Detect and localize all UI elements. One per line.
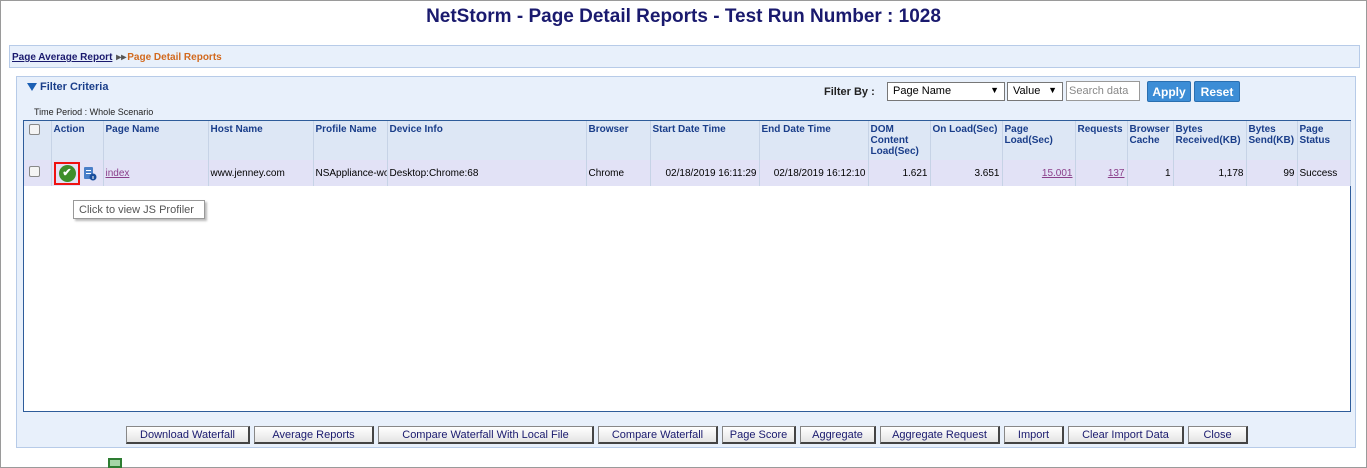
col-action: Action [51,121,104,160]
col-profile-name[interactable]: Profile Name [313,121,388,160]
breadcrumb-page-average-report[interactable]: Page Average Report [12,52,112,63]
filter-by-label: Filter By : [824,86,875,98]
col-device-info[interactable]: Device Info [387,121,587,160]
filter-field-value: Page Name [893,85,952,97]
page-score-button[interactable]: Page Score [722,426,796,444]
excel-export-icon[interactable] [108,458,122,468]
filter-panel: Filter Criteria Filter By : Page Name ▼ … [16,76,1356,448]
action-cell: ✔ [51,160,104,186]
page-status-cell: Success [1297,160,1351,186]
col-page-name[interactable]: Page Name [103,121,209,160]
dropdown-arrow-icon: ▼ [990,85,999,95]
bytes-send-cell: 99 [1246,160,1298,186]
host-name-cell: www.jenney.com [208,160,314,186]
filter-criteria-toggle[interactable]: Filter Criteria [27,81,108,93]
requests-link[interactable]: 137 [1108,168,1125,179]
page-detail-table: Action Page Name Host Name Profile Name … [23,120,1351,412]
aggregate-button[interactable]: Aggregate [800,426,876,444]
filter-value-value: Value [1013,85,1041,97]
search-input[interactable]: Search data [1066,81,1140,101]
col-host-name[interactable]: Host Name [208,121,314,160]
table-header-row: Action Page Name Host Name Profile Name … [24,121,1351,160]
browser-cache-cell: 1 [1127,160,1174,186]
col-on-load[interactable]: On Load(Sec) [930,121,1003,160]
start-date-time-cell: 02/18/2019 16:11:29 [650,160,760,186]
close-button[interactable]: Close [1188,426,1248,444]
on-load-cell: 3.651 [930,160,1003,186]
average-reports-button[interactable]: Average Reports [254,426,374,444]
device-info-cell: Desktop:Chrome:68 [387,160,587,186]
requests-cell: 137 [1075,160,1128,186]
table-row: ✔ index www.jenney.com NSAppliance-wo De… [24,160,1351,186]
profile-name-cell: NSAppliance-wo [313,160,388,186]
compare-waterfall-local-button[interactable]: Compare Waterfall With Local File [378,426,594,444]
browser-cell: Chrome [586,160,651,186]
aggregate-request-button[interactable]: Aggregate Request [880,426,1000,444]
js-profiler-button[interactable]: ✔ [53,162,80,185]
apply-button[interactable]: Apply [1147,81,1191,102]
time-period-label: Time Period : Whole Scenario [34,107,154,117]
filter-value-select[interactable]: Value ▼ [1007,82,1063,101]
col-bytes-send[interactable]: Bytes Send(KB) [1246,121,1298,160]
clear-import-data-button[interactable]: Clear Import Data [1068,426,1184,444]
col-browser-cache[interactable]: Browser Cache [1127,121,1174,160]
col-browser[interactable]: Browser [586,121,651,160]
col-start-date-time[interactable]: Start Date Time [650,121,760,160]
breadcrumb-separator: ▸▸ [116,52,127,63]
col-page-status[interactable]: Page Status [1297,121,1351,160]
row-checkbox[interactable] [29,166,40,177]
filter-field-select[interactable]: Page Name ▼ [887,82,1005,101]
end-date-time-cell: 02/18/2019 16:12:10 [759,160,869,186]
page-title: NetStorm - Page Detail Reports - Test Ru… [426,6,941,27]
col-requests[interactable]: Requests [1075,121,1128,160]
col-bytes-received[interactable]: Bytes Received(KB) [1173,121,1247,160]
row-select-cell [24,160,52,186]
page-name-cell: index [103,160,209,186]
dropdown-arrow-icon: ▼ [1048,85,1057,95]
page-load-cell: 15.001 [1002,160,1076,186]
action-icons: ✔ [53,162,103,185]
breadcrumb-current: Page Detail Reports [127,52,222,63]
compare-waterfall-button[interactable]: Compare Waterfall [598,426,718,444]
breadcrumb: Page Average Report ▸▸Page Detail Report… [9,45,1360,68]
col-dom-content-load[interactable]: DOM Content Load(Sec) [868,121,931,160]
check-circle-icon: ✔ [58,165,76,182]
page-load-link[interactable]: 15.001 [1042,168,1073,179]
col-page-load[interactable]: Page Load(Sec) [1002,121,1076,160]
document-info-icon[interactable] [83,165,97,181]
reset-button[interactable]: Reset [1194,81,1240,102]
page-name-link[interactable]: index [106,168,130,179]
bytes-received-cell: 1,178 [1173,160,1247,186]
select-all-checkbox[interactable] [29,124,40,135]
col-end-date-time[interactable]: End Date Time [759,121,869,160]
download-waterfall-button[interactable]: Download Waterfall [126,426,250,444]
triangle-down-icon [27,83,37,92]
select-all-cell [24,121,52,160]
filter-criteria-label: Filter Criteria [40,81,109,93]
js-profiler-tooltip: Click to view JS Profiler [73,200,205,219]
import-button[interactable]: Import [1004,426,1064,444]
dom-content-load-cell: 1.621 [868,160,931,186]
